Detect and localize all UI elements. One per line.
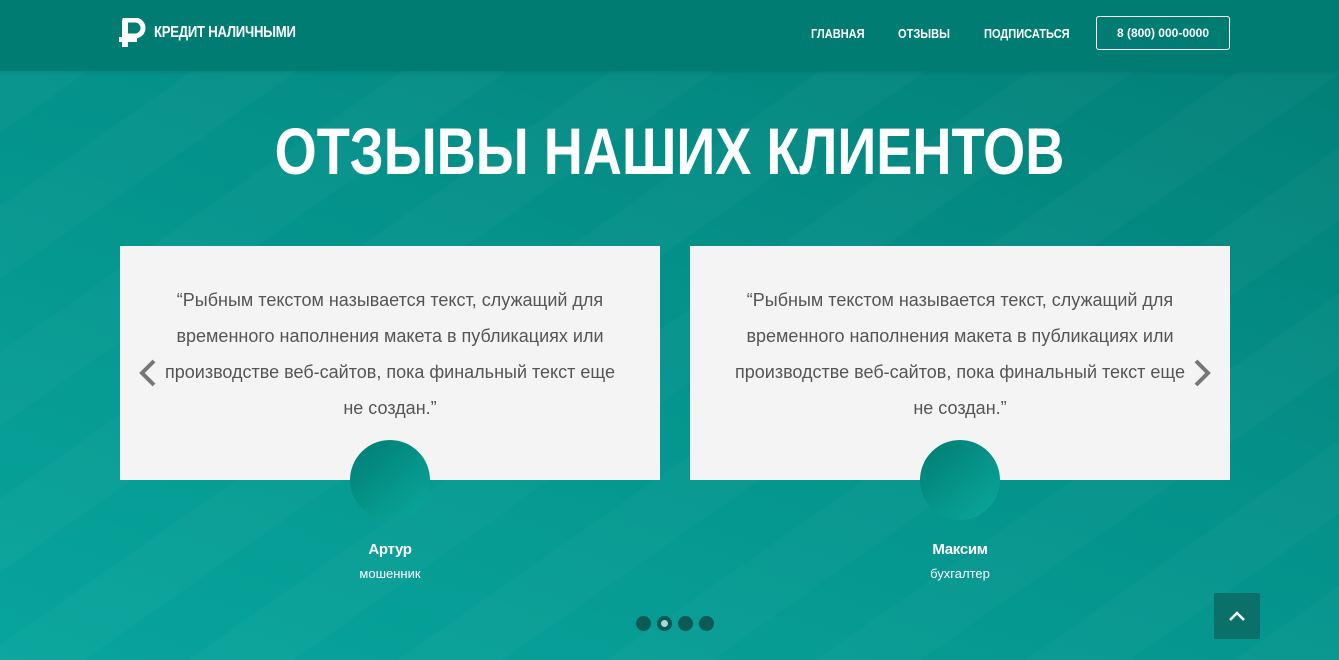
page-title: ОТЗЫВЫ НАШИХ КЛИЕНТОВ xyxy=(274,114,1065,188)
phone-button[interactable]: 8 (800) 000-0000 xyxy=(1096,16,1230,50)
carousel-dot[interactable] xyxy=(699,616,714,631)
testimonial-role: мошенник xyxy=(359,566,421,581)
testimonial-quote: “Рыбным текстом называется текст, служащ… xyxy=(735,290,1185,418)
testimonial-role: бухгалтер xyxy=(930,566,990,581)
chevron-up-icon xyxy=(1229,611,1245,621)
testimonial-name: Максим xyxy=(932,541,988,558)
avatar xyxy=(350,440,430,520)
avatar xyxy=(920,440,1000,520)
nav-item-subscribe[interactable]: ПОДПИСАТЬСЯ xyxy=(984,26,1070,41)
carousel-dot-active[interactable] xyxy=(657,616,672,631)
logo[interactable]: КРЕДИТ НАЛИЧНЫМИ xyxy=(119,18,327,48)
chevron-left-icon[interactable] xyxy=(137,356,159,390)
carousel-dot[interactable] xyxy=(678,616,693,631)
carousel-dot[interactable] xyxy=(636,616,651,631)
carousel-dots xyxy=(636,616,714,631)
testimonial-name: Артур xyxy=(368,541,412,558)
back-to-top-button[interactable] xyxy=(1214,593,1260,639)
logo-text: КРЕДИТ НАЛИЧНЫМИ xyxy=(154,24,296,41)
site-header: КРЕДИТ НАЛИЧНЫМИ ГЛАВНАЯ ОТЗЫВЫ ПОДПИСАТ… xyxy=(0,0,1339,71)
ruble-icon xyxy=(119,18,146,47)
nav-item-reviews[interactable]: ОТЗЫВЫ xyxy=(898,26,950,41)
chevron-right-icon[interactable] xyxy=(1191,356,1213,390)
nav-item-home[interactable]: ГЛАВНАЯ xyxy=(811,26,865,41)
testimonial-quote: “Рыбным текстом называется текст, служащ… xyxy=(165,290,615,418)
